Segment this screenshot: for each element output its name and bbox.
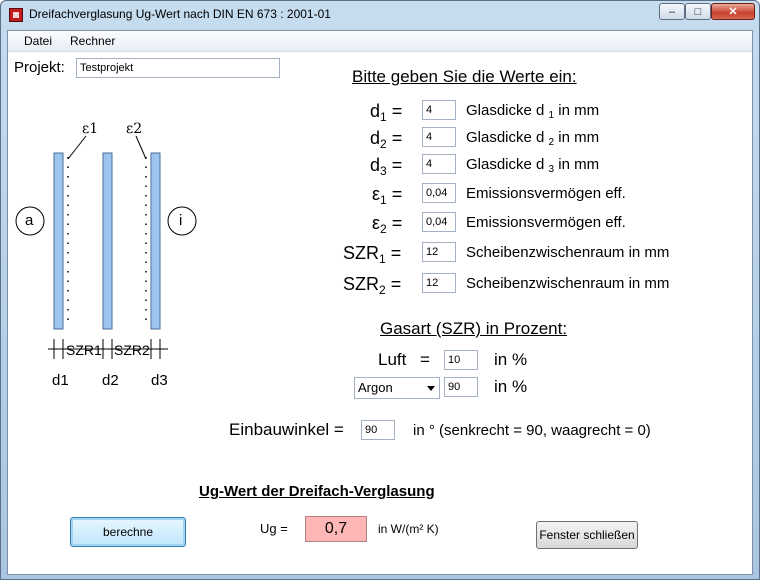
row-d3-symbol: d3 = [370, 155, 403, 178]
eps2-label: ε2 [126, 121, 143, 137]
szr2-input[interactable]: 12 [422, 273, 456, 293]
d3-input[interactable]: 4 [422, 154, 456, 174]
chevron-down-icon [427, 386, 435, 391]
row-eps2-symbol: ε2 = [372, 213, 403, 236]
angle-hint: in ° (senkrecht = 90, waagrecht = 0) [413, 422, 651, 439]
d1-input[interactable]: 4 [422, 100, 456, 120]
gas-type-select[interactable]: Argon [354, 377, 440, 399]
szr1-input[interactable]: 12 [422, 242, 456, 262]
luft-input[interactable]: 10 [444, 350, 478, 370]
pane-3 [150, 152, 161, 330]
outside-label: a [25, 212, 34, 229]
luft-equals: = [420, 350, 430, 369]
input-heading: Bitte geben Sie die Werte ein: [352, 67, 577, 86]
luft-label: Luft [378, 350, 407, 369]
row-eps2-description: Emissionsvermögen eff. [466, 214, 626, 231]
window-title: Dreifachverglasung Ug-Wert nach DIN EN 6… [29, 7, 331, 21]
menu-rechner[interactable]: Rechner [70, 34, 115, 48]
ug-result: 0,7 [305, 516, 367, 542]
eps1-label: ε1 [82, 121, 99, 137]
angle-input[interactable]: 90 [361, 420, 395, 440]
row-szr1-description: Scheibenzwischenraum in mm [466, 244, 670, 261]
ug-unit: in W/(m² K) [378, 522, 439, 536]
gas-percent-input[interactable]: 90 [444, 377, 478, 397]
eps1-input[interactable]: 0,04 [422, 183, 456, 203]
client-area: Datei Rechner Projekt: Testprojekt ε1 ε2… [7, 30, 753, 575]
row-szr1-symbol: SZR1 = [343, 243, 402, 266]
gas-heading: Gasart (SZR) in Prozent: [380, 319, 568, 338]
d2-label: d2 [102, 372, 119, 389]
menu-datei[interactable]: Datei [24, 34, 52, 48]
project-label: Projekt: [14, 59, 65, 76]
close-button[interactable]: Fenster schließen [536, 521, 638, 549]
d1-label: d1 [52, 372, 69, 389]
szr1-label: SZR1 [66, 342, 102, 358]
d2-input[interactable]: 4 [422, 127, 456, 147]
d3-label: d3 [151, 372, 168, 389]
gas-percent-unit: in % [494, 377, 528, 396]
luft-unit: in % [494, 350, 528, 369]
title-bar[interactable]: Dreifachverglasung Ug-Wert nach DIN EN 6… [1, 1, 759, 29]
pane-2 [102, 152, 113, 330]
menu-bar: Datei Rechner [8, 31, 752, 52]
project-input[interactable]: Testprojekt [76, 58, 280, 78]
angle-label: Einbauwinkel = [229, 420, 344, 439]
row-d2-description: Glasdicke d 2 in mm [466, 129, 600, 148]
glazing-diagram [15, 135, 197, 359]
row-szr2-description: Scheibenzwischenraum in mm [466, 275, 670, 292]
inside-label: i [179, 212, 183, 229]
app-window: Dreifachverglasung Ug-Wert nach DIN EN 6… [0, 0, 760, 580]
szr2-label: SZR2 [114, 342, 150, 358]
app-icon[interactable] [9, 8, 23, 22]
row-d3-description: Glasdicke d 3 in mm [466, 156, 600, 175]
row-d1-symbol: d1 = [370, 101, 403, 124]
row-d1-description: Glasdicke d 1 in mm [466, 102, 600, 121]
maximize-button[interactable]: □ [685, 3, 711, 20]
minimize-button[interactable]: – [659, 3, 685, 20]
eps2-input[interactable]: 0,04 [422, 212, 456, 232]
eps2-pointer [135, 135, 147, 160]
gas-type-value: Argon [358, 380, 393, 395]
row-eps1-symbol: ε1 = [372, 184, 403, 207]
calculate-button[interactable]: berechne [70, 517, 186, 547]
result-heading: Ug-Wert der Dreifach-Verglasung [199, 483, 435, 500]
row-d2-symbol: d2 = [370, 128, 403, 151]
close-window-button[interactable]: ✕ [711, 3, 755, 20]
eps1-pointer [67, 135, 87, 160]
row-szr2-symbol: SZR2 = [343, 274, 402, 297]
pane-1 [53, 152, 64, 330]
row-eps1-description: Emissionsvermögen eff. [466, 185, 626, 202]
ug-label: Ug = [260, 521, 288, 536]
